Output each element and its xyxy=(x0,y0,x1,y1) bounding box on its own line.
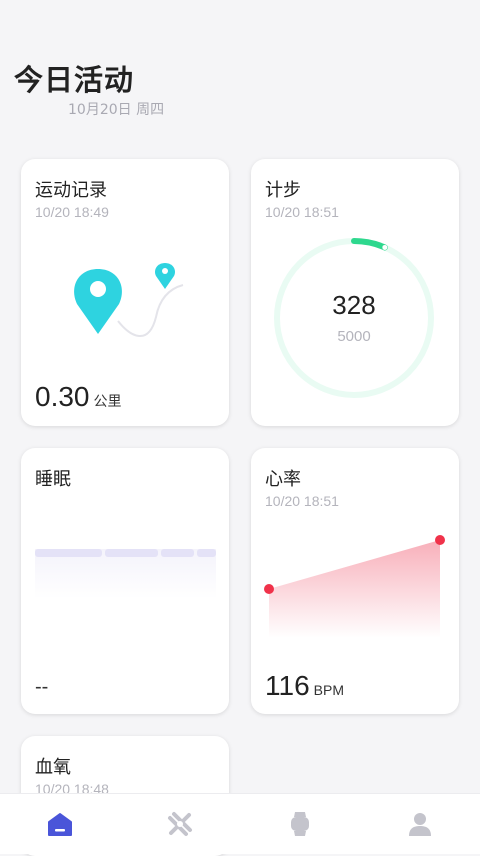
sleep-bar-segment xyxy=(105,549,158,557)
bottom-tab-bar xyxy=(0,793,480,854)
exercise-distance-value: 0.30 xyxy=(35,381,90,412)
steps-card[interactable]: 计步 10/20 18:51 328 5000 xyxy=(251,159,459,426)
heart-rate-point xyxy=(435,535,445,545)
sleep-value: -- xyxy=(35,676,49,698)
tab-profile[interactable] xyxy=(405,809,435,839)
heart-rate-point xyxy=(264,584,274,594)
blood-oxygen-card-title: 血氧 xyxy=(35,757,71,778)
sport-icon xyxy=(168,812,192,836)
heart-rate-area xyxy=(269,540,440,638)
tab-watch[interactable] xyxy=(285,809,315,839)
heart-rate-value: 116 xyxy=(265,670,310,701)
steps-ring-progress xyxy=(351,238,388,251)
sleep-bar-segment xyxy=(35,549,102,557)
tab-home[interactable] xyxy=(45,809,75,839)
steps-value: 328 xyxy=(332,290,376,320)
sleep-bar-segment xyxy=(197,549,216,557)
page-title: 今日活动 xyxy=(14,63,135,97)
steps-goal: 5000 xyxy=(337,328,371,345)
profile-icon xyxy=(409,813,431,836)
heart-rate-card[interactable]: 心率 10/20 18:51 116 BPM xyxy=(251,448,459,714)
sleep-bar-segment xyxy=(161,549,194,557)
page-date: 10月20日 周四 xyxy=(68,102,165,118)
steps-ring-end-dot xyxy=(382,244,388,250)
header: 今日活动 10月20日 周四 xyxy=(0,0,480,150)
home-icon xyxy=(48,813,72,836)
exercise-distance-unit: 公里 xyxy=(93,394,122,410)
sleep-card-title: 睡眠 xyxy=(35,469,71,490)
exercise-distance: 0.30 公里 xyxy=(35,381,122,413)
watch-icon xyxy=(291,812,309,836)
sleep-card[interactable]: 睡眠 -- xyxy=(21,448,229,714)
tab-sport[interactable] xyxy=(165,809,195,839)
heart-rate: 116 BPM xyxy=(265,670,344,702)
sleep-chart xyxy=(35,549,216,599)
exercise-card[interactable]: 运动记录 10/20 18:49 0.30 公里 xyxy=(21,159,229,426)
heart-rate-unit: BPM xyxy=(313,682,344,698)
